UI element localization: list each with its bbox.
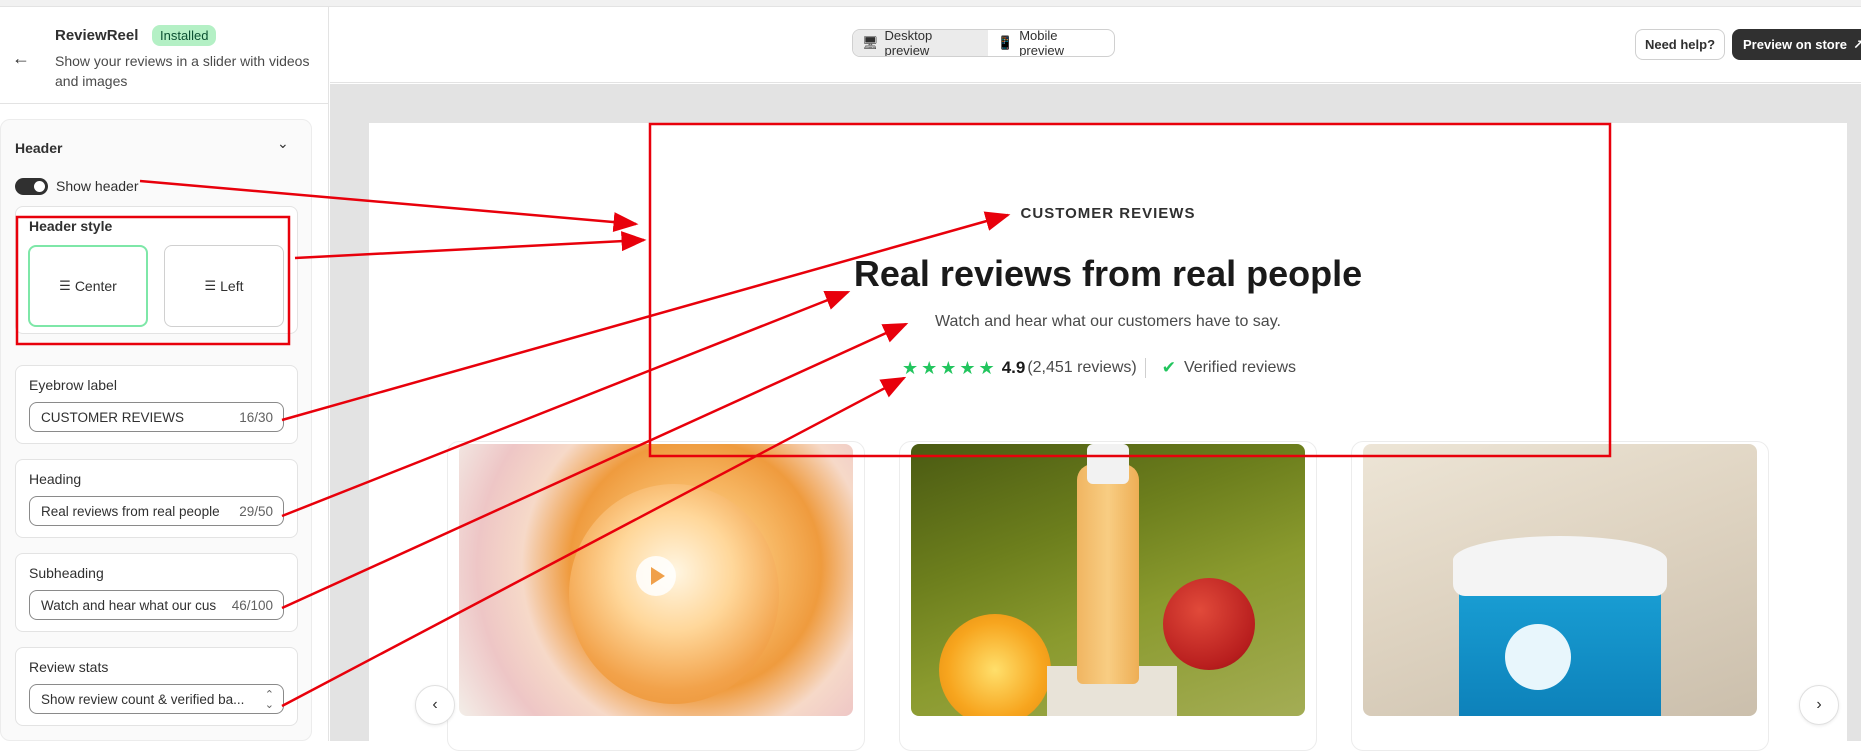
preview-canvas: CUSTOMER REVIEWS Real reviews from real … [330, 84, 1861, 751]
subheading-value: Watch and hear what our cus [41, 598, 217, 613]
review-video-slide[interactable] [459, 444, 853, 716]
eyebrow-panel: Eyebrow label CUSTOMER REVIEWS 16/30 [15, 365, 298, 444]
review-stats-label: Review stats [29, 659, 109, 675]
align-center-icon: ☰ [59, 278, 71, 293]
align-left-icon: ☰ [204, 278, 217, 293]
section-title: Header [15, 140, 63, 156]
heading-panel: Heading Real reviews from real people 29… [15, 459, 298, 538]
preview-subheading: Watch and hear what our customers have t… [935, 313, 1281, 330]
chevron-down-icon[interactable]: ⌄ [277, 135, 289, 152]
app-name: ReviewReel [55, 27, 139, 44]
need-help-button[interactable]: Need help? [1635, 29, 1725, 60]
heading-char-count: 29/50 [239, 504, 273, 519]
preview-mode-toggle: 🖥 Desktop preview 📱 Mobile preview [852, 29, 1115, 57]
option-label: Center [74, 278, 117, 294]
review-stats-panel: Review stats Show review count & verifie… [15, 647, 298, 726]
review-stats-value: Show review count & verified ba... [41, 692, 245, 707]
apple-image [1163, 578, 1255, 670]
review-stats: ★★★★★ 4.9 (2,451 reviews) ✔ Verified rev… [902, 357, 1296, 379]
stats-divider [1144, 358, 1146, 378]
chevron-right-icon[interactable]: › [1799, 685, 1839, 725]
header-settings-card: Header ⌄ Show header Header style ☰ Cent… [0, 119, 312, 741]
header-style-panel: Header style ☰ Center ☰ Left [15, 206, 298, 334]
storefront-preview: CUSTOMER REVIEWS Real reviews from real … [369, 123, 1847, 751]
orange-image [939, 614, 1051, 716]
preview-toolbar: 🖥 Desktop preview 📱 Mobile preview Need … [330, 7, 1861, 83]
tub-label-image [1505, 624, 1571, 690]
header-style-center-option[interactable]: ☰ Center [28, 245, 148, 327]
review-image-slide[interactable] [911, 444, 1305, 716]
app-description: Show your reviews in a slider with video… [55, 53, 310, 89]
mobile-preview-button[interactable]: 📱 Mobile preview [988, 30, 1114, 56]
chevron-left-icon[interactable]: ‹ [415, 685, 455, 725]
header-style-left-option[interactable]: ☰ Left [164, 245, 284, 327]
subheading-panel: Subheading Watch and hear what our cus 4… [15, 553, 298, 632]
eyebrow-input[interactable]: CUSTOMER REVIEWS 16/30 [29, 402, 284, 432]
subheading-label: Subheading [29, 565, 104, 581]
review-count: (2,451 reviews) [1027, 359, 1137, 376]
play-icon[interactable] [636, 556, 676, 596]
eyebrow-char-count: 16/30 [239, 410, 273, 425]
eyebrow-value: CUSTOMER REVIEWS [41, 410, 185, 425]
show-header-toggle[interactable] [15, 178, 48, 195]
heading-label: Heading [29, 471, 82, 487]
subheading-input[interactable]: Watch and hear what our cus 46/100 [29, 590, 284, 620]
settings-sidebar: ← ReviewReel Installed Show your reviews… [0, 7, 329, 741]
desktop-preview-button[interactable]: 🖥 Desktop preview [853, 29, 989, 57]
desktop-icon: 🖥 [862, 35, 879, 50]
back-arrow-icon[interactable]: ← [12, 48, 32, 68]
heading-input[interactable]: Real reviews from real people 29/50 [29, 496, 284, 526]
review-image-slide[interactable] [1363, 444, 1757, 716]
app-header: ← ReviewReel Installed Show your reviews… [0, 7, 329, 104]
top-strip [0, 0, 1861, 7]
verified-user-icon: ✔ [1161, 358, 1176, 377]
select-chevron-icon: ⌃ ⌄ [264, 689, 274, 711]
option-label: Left [220, 278, 244, 294]
header-style-title: Header style [29, 218, 113, 234]
tub-lid-image [1453, 536, 1667, 596]
desktop-preview-label: Desktop preview [884, 29, 933, 57]
verified-label: Verified reviews [1183, 359, 1296, 376]
review-stats-select[interactable]: Show review count & verified ba... ⌃ ⌄ [29, 684, 284, 714]
external-arrow-icon: ↗ [1853, 36, 1861, 52]
star-rating-icons: ★★★★★ [902, 357, 998, 378]
installed-badge: Installed [152, 25, 217, 46]
subheading-char-count: 46/100 [231, 598, 273, 613]
mobile-icon: 📱 [997, 35, 1014, 50]
preview-on-store-label: Preview on store [1743, 37, 1848, 52]
heading-value: Real reviews from real people [41, 504, 220, 519]
preview-heading: Real reviews from real people [853, 253, 1363, 294]
preview-on-store-button[interactable]: Preview on store ↗ [1732, 29, 1861, 60]
eyebrow-label: Eyebrow label [29, 377, 117, 393]
mobile-preview-label: Mobile preview [1019, 29, 1064, 57]
product-bottle-image [1077, 464, 1139, 684]
bottle-pump-image [1087, 444, 1129, 484]
rating-value: 4.9 [1001, 358, 1026, 377]
preview-eyebrow: CUSTOMER REVIEWS [1020, 205, 1196, 222]
product-jar-image [569, 484, 779, 704]
show-header-label: Show header [56, 178, 139, 194]
